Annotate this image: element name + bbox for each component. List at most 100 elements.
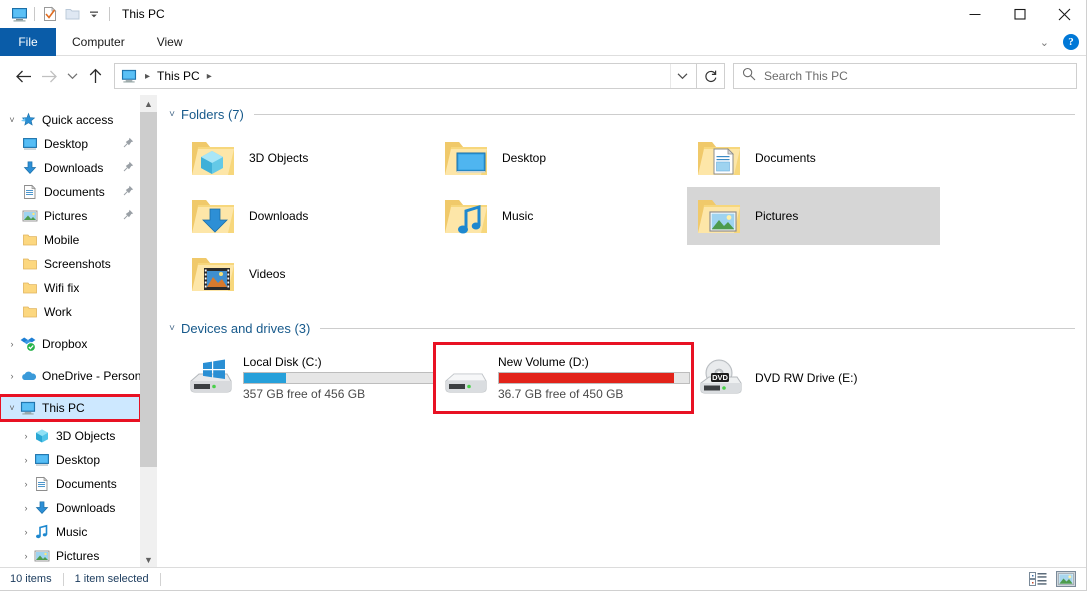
scrollbar-thumb[interactable]: [140, 112, 157, 467]
scroll-up-arrow-icon[interactable]: ▲: [140, 95, 157, 112]
folder-3d-objects-icon: [189, 134, 237, 182]
qat-divider: [34, 7, 35, 21]
up-button[interactable]: [82, 63, 108, 89]
group-header-folders[interactable]: ˅ Folders (7): [157, 103, 1086, 125]
search-box[interactable]: Search This PC: [733, 63, 1077, 89]
chevron-right-icon[interactable]: ›: [4, 364, 20, 388]
drive-info: Local Disk (C:) 357 GB free of 456 GB: [243, 355, 435, 401]
status-selection: 1 item selected: [74, 573, 149, 585]
documents-icon: [22, 184, 38, 200]
pin-icon[interactable]: [123, 209, 140, 223]
ribbon-tabs: File Computer View ⌄ ?: [0, 28, 1086, 56]
folder-tile-label: Music: [502, 209, 534, 223]
sidebar-item-desktop[interactable]: Desktop: [0, 132, 140, 156]
drive-tile-dvd-rw-e[interactable]: DVD DVD RW Drive (E:): [691, 345, 946, 411]
minimize-button[interactable]: [952, 0, 997, 28]
customize-dropdown-icon[interactable]: [83, 3, 105, 25]
sidebar-item-music[interactable]: › Music: [0, 520, 140, 544]
sidebar-item-documents[interactable]: Documents: [0, 180, 140, 204]
sidebar-label: Desktop: [44, 137, 89, 151]
tab-computer[interactable]: Computer: [56, 28, 141, 56]
forward-button[interactable]: [36, 63, 62, 89]
hard-drive-windows-icon: [185, 354, 233, 402]
close-button[interactable]: [1042, 0, 1086, 28]
back-button[interactable]: [10, 63, 36, 89]
drive-info: New Volume (D:) 36.7 GB free of 450 GB: [498, 355, 690, 401]
folder-tile-documents[interactable]: Documents: [687, 129, 940, 187]
sidebar-item-onedrive[interactable]: › OneDrive - Person: [0, 364, 141, 388]
drive-tile-new-volume-d[interactable]: New Volume (D:) 36.7 GB free of 450 GB: [433, 342, 694, 414]
large-icons-view-icon[interactable]: [1055, 570, 1077, 588]
tab-view[interactable]: View: [141, 28, 199, 56]
3d-objects-icon: [34, 428, 50, 444]
properties-icon[interactable]: [39, 3, 61, 25]
address-bar[interactable]: ▸ This PC ▸: [114, 63, 697, 89]
chevron-down-icon[interactable]: ˅: [165, 109, 179, 120]
sidebar-label: Wifi fix: [44, 281, 80, 295]
chevron-down-icon[interactable]: ˅: [4, 396, 20, 420]
folder-documents-icon: [695, 134, 743, 182]
recent-locations-button[interactable]: [62, 63, 82, 89]
chevron-right-icon[interactable]: ›: [4, 332, 20, 356]
folder-tile-label: Downloads: [249, 209, 309, 223]
chevron-right-icon[interactable]: ›: [18, 448, 34, 472]
tab-file[interactable]: File: [0, 28, 56, 56]
pin-icon[interactable]: [123, 161, 140, 175]
maximize-button[interactable]: [997, 0, 1042, 28]
sidebar-item-quick-access[interactable]: ˅ Quick access: [0, 108, 140, 132]
sidebar-item-documents-pc[interactable]: › Documents: [0, 472, 140, 496]
drive-info: DVD RW Drive (E:): [755, 371, 857, 385]
folder-tile-downloads[interactable]: Downloads: [181, 187, 434, 245]
sidebar-item-work[interactable]: Work: [0, 300, 140, 324]
this-pc-icon[interactable]: [8, 3, 30, 25]
chevron-down-icon[interactable]: ˅: [165, 323, 179, 334]
sidebar-item-desktop-pc[interactable]: › Desktop: [0, 448, 140, 472]
sidebar-label: OneDrive - Person: [42, 369, 140, 383]
chevron-down-icon[interactable]: ˅: [4, 108, 20, 132]
folder-tile-pictures[interactable]: Pictures: [687, 187, 940, 245]
search-input[interactable]: Search This PC: [764, 69, 848, 83]
sidebar-item-wifi-fix[interactable]: Wifi fix: [0, 276, 140, 300]
pin-icon[interactable]: [123, 185, 140, 199]
sidebar-item-dropbox[interactable]: › Dropbox: [0, 332, 140, 356]
navigation-pane-scrollbar[interactable]: ▲ ▼: [140, 95, 157, 568]
breadcrumb-this-pc[interactable]: This PC: [154, 69, 203, 83]
sidebar-item-pictures-pc[interactable]: › Pictures: [0, 544, 140, 568]
folder-tile-videos[interactable]: Videos: [181, 245, 434, 303]
sidebar-label: This PC: [42, 401, 85, 415]
sidebar-item-mobile[interactable]: Mobile: [0, 228, 140, 252]
pin-icon[interactable]: [123, 137, 140, 151]
title-bar: This PC: [0, 0, 1086, 28]
help-icon[interactable]: ?: [1063, 34, 1079, 50]
drive-tile-local-disk-c[interactable]: Local Disk (C:) 357 GB free of 456 GB: [181, 345, 436, 411]
sidebar-item-pictures[interactable]: Pictures: [0, 204, 140, 228]
breadcrumb-separator-0[interactable]: ▸: [141, 71, 154, 82]
address-dropdown-icon[interactable]: [670, 64, 694, 88]
chevron-right-icon[interactable]: ›: [18, 496, 34, 520]
chevron-right-icon[interactable]: ›: [18, 520, 34, 544]
chevron-right-icon[interactable]: ›: [18, 472, 34, 496]
refresh-button[interactable]: [697, 63, 725, 89]
sidebar-item-3d-objects[interactable]: › 3D Objects: [0, 424, 140, 448]
folder-tile-music[interactable]: Music: [434, 187, 687, 245]
chevron-right-icon[interactable]: ›: [18, 424, 34, 448]
chevron-down-icon[interactable]: ⌄: [1034, 36, 1055, 49]
sidebar-item-this-pc[interactable]: ˅ This PC: [0, 394, 140, 422]
downloads-arrow-icon: [22, 160, 38, 176]
breadcrumb-separator-1[interactable]: ▸: [203, 71, 216, 82]
group-header-devices[interactable]: ˅ Devices and drives (3): [157, 317, 1086, 339]
status-divider-2: [159, 572, 161, 586]
folder-tile-3d-objects[interactable]: 3D Objects: [181, 129, 434, 187]
scroll-down-arrow-icon[interactable]: ▼: [140, 551, 157, 568]
sidebar-item-downloads-pc[interactable]: › Downloads: [0, 496, 140, 520]
folder-tile-desktop[interactable]: Desktop: [434, 129, 687, 187]
details-view-icon[interactable]: [1027, 570, 1049, 588]
sidebar-item-screenshots[interactable]: Screenshots: [0, 252, 140, 276]
sidebar-item-downloads[interactable]: Downloads: [0, 156, 140, 180]
sidebar-label: Pictures: [56, 549, 100, 563]
quick-access-toolbar: This PC: [0, 0, 165, 28]
chevron-right-icon[interactable]: ›: [18, 544, 34, 568]
pictures-icon: [34, 548, 50, 564]
group-title: Folders (7): [181, 106, 244, 122]
new-folder-icon[interactable]: [61, 3, 83, 25]
